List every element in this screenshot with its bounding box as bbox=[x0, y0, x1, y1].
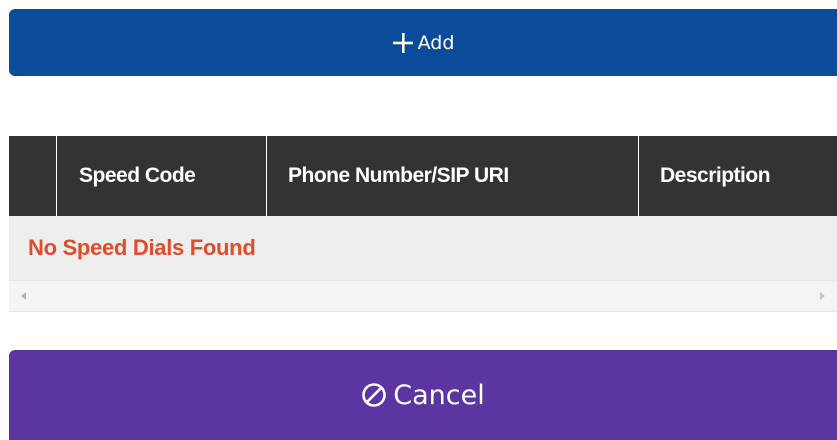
cancel-button-label: Cancel bbox=[393, 379, 485, 411]
column-header-description[interactable]: Description bbox=[639, 136, 837, 216]
scroll-left-arrow-icon[interactable] bbox=[21, 292, 26, 300]
column-header-speed-code[interactable]: Speed Code bbox=[57, 136, 267, 216]
speed-dials-table: Speed Code Phone Number/SIP URI Descript… bbox=[9, 136, 837, 312]
add-button-label: Add bbox=[417, 31, 455, 54]
empty-state-message: No Speed Dials Found bbox=[9, 216, 837, 280]
column-header-phone-number[interactable]: Phone Number/SIP URI bbox=[267, 136, 639, 216]
ban-icon bbox=[361, 382, 387, 408]
column-header-select[interactable] bbox=[9, 136, 57, 216]
plus-icon bbox=[392, 32, 414, 54]
cancel-button[interactable]: Cancel bbox=[9, 350, 837, 440]
table-header: Speed Code Phone Number/SIP URI Descript… bbox=[9, 136, 837, 216]
add-button[interactable]: Add bbox=[9, 9, 837, 76]
scroll-right-arrow-icon[interactable] bbox=[820, 292, 825, 300]
horizontal-scrollbar[interactable] bbox=[9, 280, 837, 312]
